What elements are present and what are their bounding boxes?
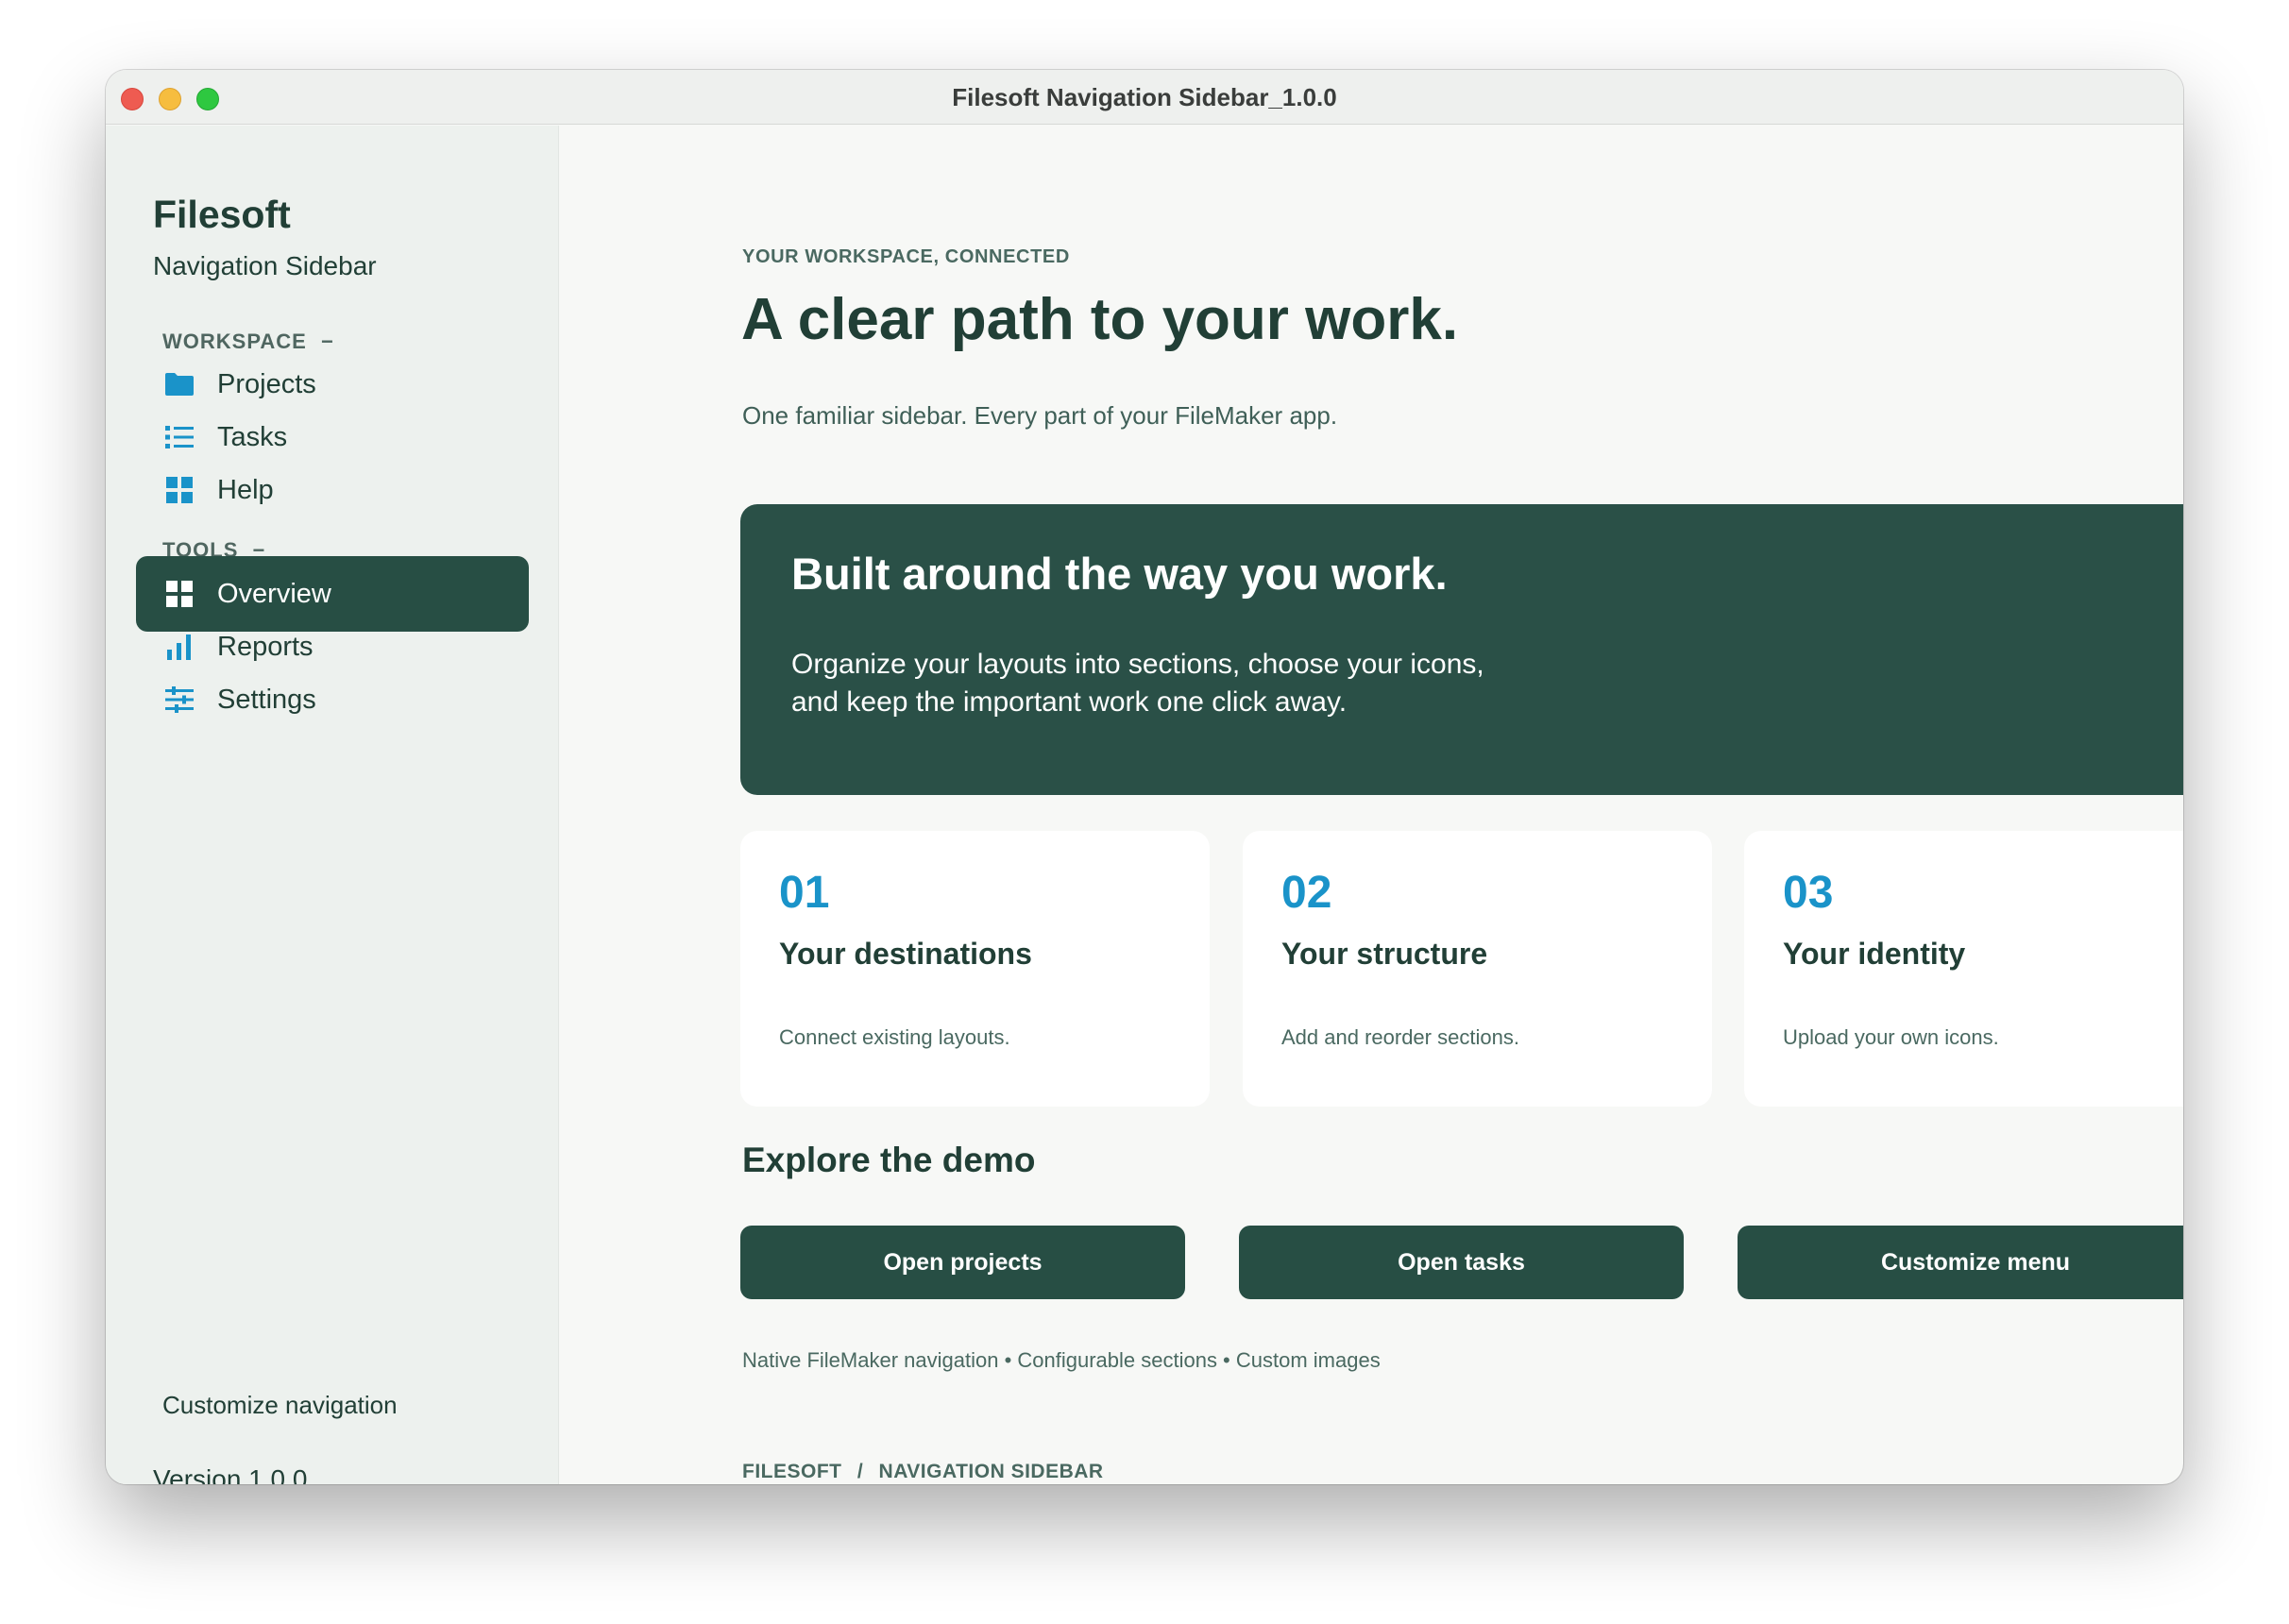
card-number: 02 xyxy=(1281,868,1332,918)
card-description: Connect existing layouts. xyxy=(779,1025,1010,1049)
feature-card-structure: 02 Your structure Add and reorder sectio… xyxy=(1243,831,1712,1107)
sidebar-item-label: Tasks xyxy=(217,421,288,452)
customize-navigation-link[interactable]: Customize navigation xyxy=(162,1391,398,1420)
customize-menu-button[interactable]: Customize menu xyxy=(1738,1226,2183,1299)
breadcrumb-item: FILESOFT xyxy=(742,1461,842,1482)
grid-icon xyxy=(164,579,195,609)
open-projects-button[interactable]: Open projects xyxy=(740,1226,1185,1299)
folder-icon xyxy=(164,369,195,399)
feature-card-destinations: 01 Your destinations Connect existing la… xyxy=(740,831,1210,1107)
hero-title: Built around the way you work. xyxy=(791,549,1448,599)
card-title: Your structure xyxy=(1281,937,1488,971)
hero-body: Organize your layouts into sections, cho… xyxy=(791,646,1641,721)
card-number: 01 xyxy=(779,868,830,918)
app-window: Filesoft Navigation Sidebar_1.0.0 Fileso… xyxy=(106,70,2183,1484)
hero-body-line: Organize your layouts into sections, cho… xyxy=(791,649,1484,680)
hero-banner: Built around the way you work. Organize … xyxy=(740,504,2183,795)
sidebar-subtitle: Navigation Sidebar xyxy=(153,251,377,280)
card-description: Add and reorder sections. xyxy=(1281,1025,1519,1049)
breadcrumb-separator: / xyxy=(856,1461,864,1482)
page-title: A clear path to your work. xyxy=(741,287,1459,352)
hero-body-line: and keep the important work one click aw… xyxy=(791,686,1348,718)
page-subtitle: One familiar sidebar. Every part of your… xyxy=(742,401,1338,430)
card-description: Upload your own icons. xyxy=(1783,1025,1999,1049)
sidebar-item-label: Projects xyxy=(217,368,316,399)
window-title: Filesoft Navigation Sidebar_1.0.0 xyxy=(952,83,1337,111)
sidebar-item-label: Help xyxy=(217,474,274,505)
sidebar-brand: Filesoft xyxy=(153,193,291,236)
open-tasks-button[interactable]: Open tasks xyxy=(1239,1226,1684,1299)
card-title: Your destinations xyxy=(779,937,1032,971)
feature-summary: Native FileMaker navigation • Configurab… xyxy=(742,1348,1381,1372)
demo-section-title: Explore the demo xyxy=(742,1141,1036,1179)
breadcrumb-item: NAVIGATION SIDEBAR xyxy=(878,1461,1104,1482)
sidebar: Filesoft Navigation Sidebar WORKSPACE − … xyxy=(106,126,559,1484)
grid-icon xyxy=(164,475,195,505)
feature-card-identity: 03 Your identity Upload your own icons. xyxy=(1744,831,2183,1107)
eyebrow-text: YOUR WORKSPACE, CONNECTED xyxy=(742,246,1070,267)
sliders-icon xyxy=(164,685,195,715)
card-title: Your identity xyxy=(1783,937,1966,971)
main-content: YOUR WORKSPACE, CONNECTED A clear path t… xyxy=(560,126,2183,1484)
title-bar: Filesoft Navigation Sidebar_1.0.0 xyxy=(106,70,2183,125)
version-label: Version 1.0.0 xyxy=(153,1464,308,1484)
sidebar-item-label: Settings xyxy=(217,684,316,715)
sidebar-item-label: Reports xyxy=(217,631,314,662)
sidebar-item-label: Overview xyxy=(217,578,331,609)
bar-chart-icon xyxy=(164,632,195,662)
footer-breadcrumb: FILESOFT / NAVIGATION SIDEBAR xyxy=(742,1461,1104,1483)
sidebar-item-help[interactable]: Help xyxy=(136,452,529,528)
card-number: 03 xyxy=(1783,868,1834,918)
sidebar-item-settings[interactable]: Settings xyxy=(136,662,529,737)
list-icon xyxy=(164,422,195,452)
